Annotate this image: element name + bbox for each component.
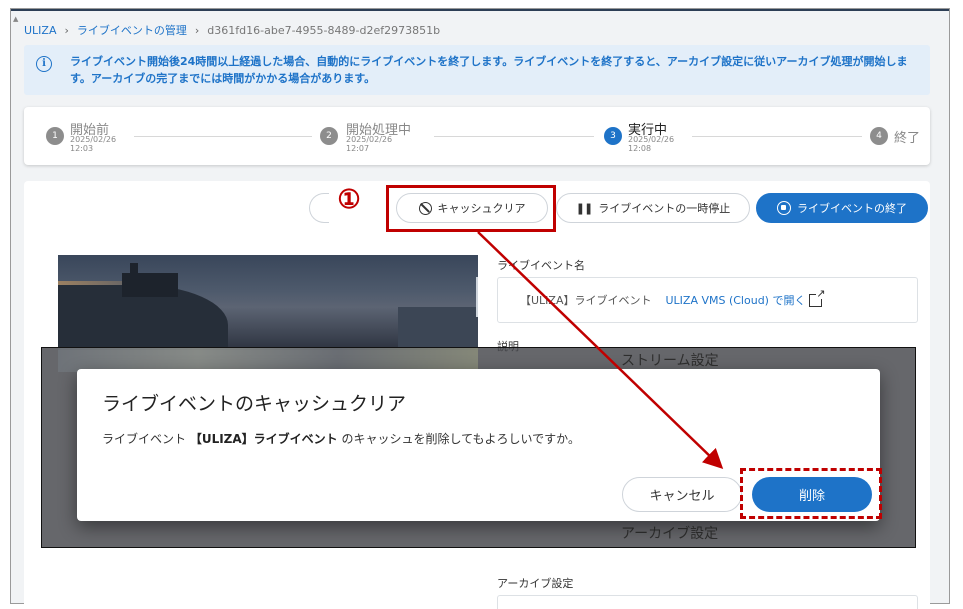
breadcrumb-separator-icon: ›	[194, 23, 200, 37]
event-name-field: 【ULIZA】ライブイベント ULIZA VMS (Cloud) で開く	[497, 277, 918, 323]
window-top-border	[11, 9, 949, 11]
open-in-vms-link[interactable]: ULIZA VMS (Cloud) で開く	[665, 292, 805, 308]
step-2-number: 2	[320, 127, 338, 145]
archive-settings-label: アーカイブ設定	[497, 577, 574, 590]
video-thumbnail	[58, 255, 478, 350]
dialog-message: ライブイベント 【ULIZA】ライブイベント のキャッシュを削除してもよろしいで…	[102, 430, 580, 447]
stream-settings-heading: ストリーム設定	[621, 353, 719, 369]
step-3-date: 2025/02/26 12:08	[628, 135, 674, 153]
dialog-event-name: 【ULIZA】ライブイベント	[189, 432, 338, 446]
end-event-label: ライブイベントの終了	[797, 202, 907, 215]
breadcrumb-separator-icon: ›	[64, 23, 69, 37]
step-4-number: 4	[870, 127, 888, 145]
step-2-day: 2025/02/26	[346, 135, 393, 144]
cancel-button[interactable]: キャンセル	[622, 477, 742, 512]
step-3-day: 2025/02/26	[628, 135, 675, 144]
thumbnail-building	[398, 307, 478, 350]
info-icon: i	[36, 56, 52, 72]
info-banner: i ライブイベント開始後24時間以上経過した場合、自動的にライブイベントを終了し…	[24, 45, 930, 95]
step-3-time: 12:08	[628, 144, 652, 153]
event-name-value: 【ULIZA】ライブイベント	[520, 294, 652, 307]
scroll-up-icon[interactable]: ▲	[13, 15, 18, 23]
breadcrumb: ULIZA › ライブイベントの管理 › d361fd16-abe7-4955-…	[24, 22, 440, 38]
step-3-number: 3	[604, 127, 622, 145]
step-connector	[134, 136, 312, 137]
step-connector	[692, 136, 862, 137]
step-1-day: 2025/02/26	[70, 135, 117, 144]
dialog-message-prefix: ライブイベント	[102, 432, 190, 446]
step-1-time: 12:03	[70, 144, 94, 153]
step-1-date: 2025/02/26 12:03	[70, 135, 116, 153]
pause-icon: ❚❚	[575, 201, 593, 215]
breadcrumb-section-link[interactable]: ライブイベントの管理	[77, 22, 187, 38]
annotation-delete-highlight	[740, 468, 882, 519]
event-name-label: ライブイベント名	[497, 259, 585, 272]
step-1-number: 1	[46, 127, 64, 145]
annotation-highlight-box	[386, 185, 556, 232]
status-stepper: 1 開始前 2025/02/26 12:03 2 開始処理中 2025/02/26…	[24, 107, 930, 165]
dialog-title: ライブイベントのキャッシュクリア	[102, 393, 407, 415]
step-2-time: 12:07	[346, 144, 370, 153]
annotation-marker-1: ①	[337, 185, 361, 215]
thumbnail-pole	[476, 277, 478, 317]
end-event-button[interactable]: ライブイベントの終了	[756, 193, 928, 223]
step-2-date: 2025/02/26 12:07	[346, 135, 392, 153]
archive-settings-field	[497, 595, 918, 609]
breadcrumb-current: d361fd16-abe7-4955-8489-d2ef2973851b	[207, 23, 441, 37]
info-message: ライブイベント開始後24時間以上経過した場合、自動的にライブイベントを終了します…	[70, 55, 908, 85]
pause-event-label: ライブイベントの一時停止	[598, 202, 731, 215]
step-4-label: 終了	[894, 131, 921, 146]
thumbnail-tower	[130, 263, 138, 277]
stop-icon	[777, 201, 791, 215]
step-connector	[434, 136, 594, 137]
external-link-icon[interactable]	[809, 287, 826, 307]
dialog-message-suffix: のキャッシュを削除してもよろしいですか。	[337, 432, 580, 446]
pause-event-button[interactable]: ❚❚ ライブイベントの一時停止	[556, 193, 750, 223]
breadcrumb-root-link[interactable]: ULIZA	[24, 24, 56, 37]
archive-settings-heading: アーカイブ設定	[621, 526, 719, 542]
